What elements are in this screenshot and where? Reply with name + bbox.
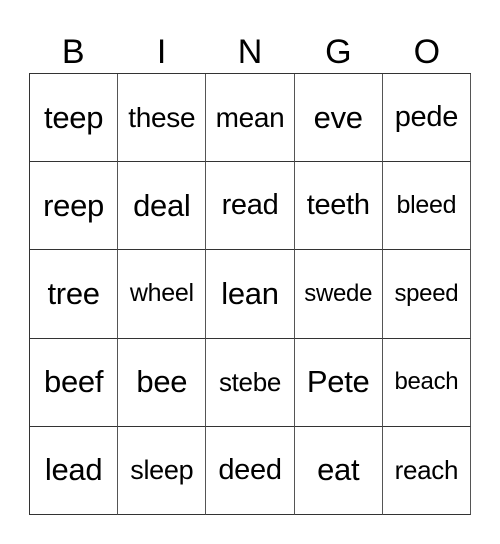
bingo-cell[interactable]: deed xyxy=(206,426,295,515)
bingo-cell[interactable]: read xyxy=(206,162,295,251)
bingo-cell[interactable]: stebe xyxy=(206,338,295,427)
bingo-cell[interactable]: beach xyxy=(382,338,471,427)
bingo-cell[interactable]: sleep xyxy=(118,426,207,515)
bingo-cell[interactable]: Pete xyxy=(294,338,383,427)
header-letter-i: I xyxy=(156,33,167,71)
bingo-grid: teep these mean eve pede reep deal read … xyxy=(29,73,471,515)
bingo-cell[interactable]: beef xyxy=(30,338,119,427)
bingo-cell[interactable]: tree xyxy=(30,250,119,339)
header-letter-b: B xyxy=(61,33,85,71)
bingo-cell[interactable]: wheel xyxy=(118,250,207,339)
bingo-header: B I N G O xyxy=(29,30,471,74)
bingo-cell[interactable]: pede xyxy=(382,74,471,163)
header-letter-g: G xyxy=(325,33,352,71)
bingo-cell[interactable]: bee xyxy=(118,338,207,427)
bingo-cell[interactable]: reach xyxy=(382,426,471,515)
header-letter-n: N xyxy=(237,33,263,71)
header-letter-o: O xyxy=(413,33,441,71)
bingo-cell[interactable]: teeth xyxy=(294,162,383,251)
bingo-cell[interactable]: reep xyxy=(30,162,119,251)
bingo-cell[interactable]: teep xyxy=(30,74,119,163)
bingo-cell[interactable]: eat xyxy=(294,426,383,515)
bingo-cell[interactable]: these xyxy=(118,74,207,163)
bingo-cell[interactable]: speed xyxy=(382,250,471,339)
bingo-cell[interactable]: lean xyxy=(206,250,295,339)
bingo-cell[interactable]: swede xyxy=(294,250,383,339)
bingo-cell[interactable]: eve xyxy=(294,74,383,163)
bingo-cell[interactable]: deal xyxy=(118,162,207,251)
bingo-cell[interactable]: mean xyxy=(206,74,295,163)
bingo-cell[interactable]: lead xyxy=(30,426,119,515)
bingo-cell[interactable]: bleed xyxy=(382,162,471,251)
